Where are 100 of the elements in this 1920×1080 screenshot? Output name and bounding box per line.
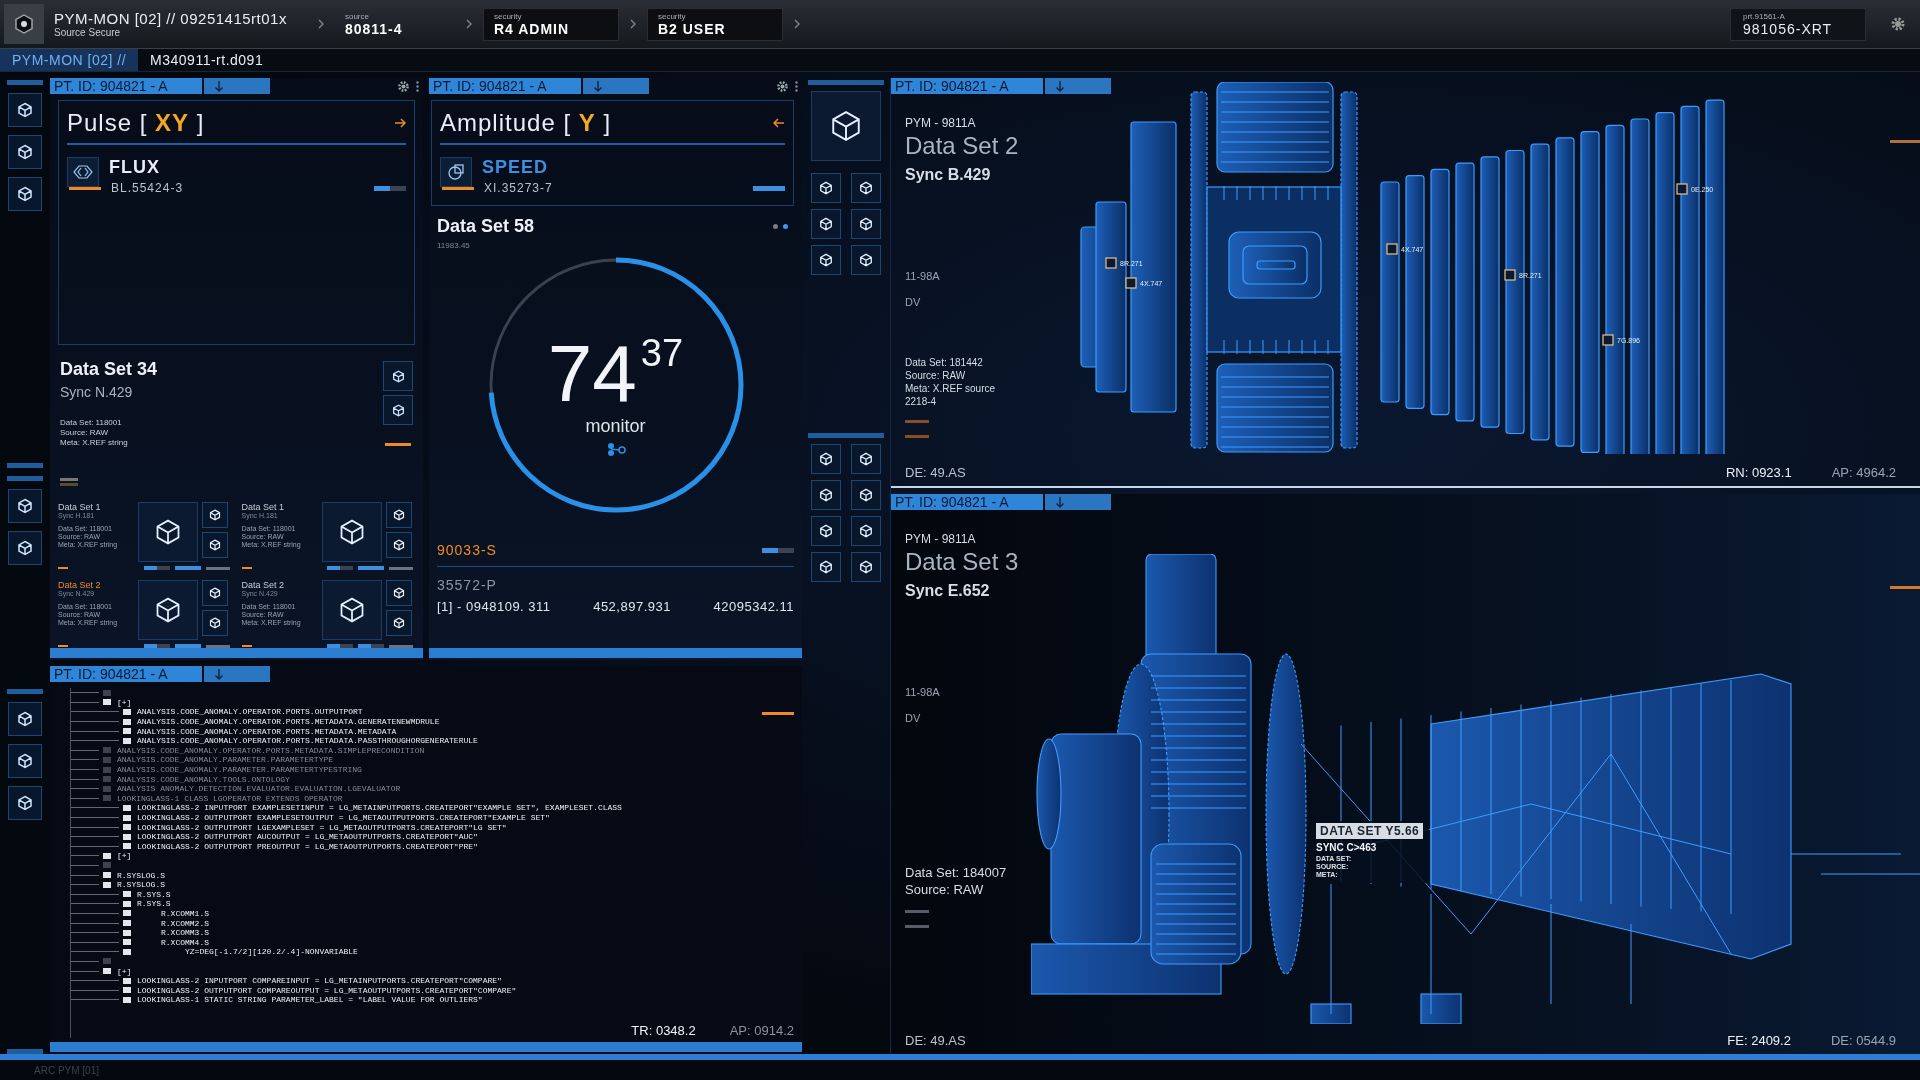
tree-node-marker[interactable] bbox=[123, 987, 131, 994]
more-icon[interactable] bbox=[416, 80, 419, 92]
cube-button[interactable] bbox=[811, 516, 841, 546]
cube-icon bbox=[17, 795, 33, 811]
tree-node-marker[interactable] bbox=[123, 996, 131, 1003]
cube-button[interactable] bbox=[202, 580, 228, 606]
tree-node-marker[interactable] bbox=[123, 910, 131, 917]
marker-icon[interactable] bbox=[1125, 277, 1137, 289]
panel-id-tab[interactable]: PT. ID: 904821 - A bbox=[891, 494, 1043, 510]
tree-node-marker[interactable] bbox=[103, 852, 111, 859]
marker-icon[interactable] bbox=[1504, 269, 1516, 281]
tree-node-marker[interactable] bbox=[103, 872, 111, 879]
tree-node-marker[interactable] bbox=[123, 737, 131, 744]
cube-button[interactable] bbox=[851, 444, 881, 474]
cube-button[interactable] bbox=[385, 580, 412, 606]
tree-node-marker[interactable] bbox=[103, 785, 111, 792]
cube-button[interactable] bbox=[811, 245, 841, 275]
tree-node-marker[interactable] bbox=[123, 920, 131, 927]
cube-button[interactable] bbox=[811, 173, 841, 203]
panel-id-tab[interactable]: PT. ID: 904821 - A bbox=[891, 78, 1043, 94]
settings-icon[interactable] bbox=[776, 79, 789, 93]
left-arrow-icon[interactable] bbox=[773, 118, 785, 128]
tree-node-marker[interactable] bbox=[123, 804, 131, 811]
cube-button[interactable] bbox=[851, 552, 881, 582]
cube-button[interactable] bbox=[8, 786, 42, 820]
cube-button[interactable] bbox=[851, 209, 881, 239]
cube-button[interactable] bbox=[851, 516, 881, 546]
cube-tile[interactable] bbox=[138, 580, 198, 640]
tree-node-marker[interactable] bbox=[103, 756, 111, 763]
cube-button[interactable] bbox=[811, 480, 841, 510]
cube-button[interactable] bbox=[202, 502, 228, 528]
cube-button[interactable] bbox=[385, 610, 412, 636]
tree-node-marker[interactable] bbox=[123, 948, 131, 955]
tree-node-marker[interactable] bbox=[123, 814, 131, 821]
cube-button[interactable] bbox=[8, 744, 42, 778]
cube-button[interactable] bbox=[383, 361, 413, 391]
marker-icon[interactable] bbox=[1602, 334, 1614, 346]
tree-node-marker[interactable] bbox=[103, 968, 111, 974]
breadcrumb[interactable]: source 80811-4 bbox=[334, 8, 455, 40]
tree-node-marker[interactable] bbox=[103, 747, 111, 754]
breadcrumb[interactable]: security R4 ADMIN bbox=[482, 7, 619, 41]
cube-button[interactable] bbox=[8, 177, 42, 211]
cube-button[interactable] bbox=[811, 91, 881, 161]
tree-node-marker[interactable] bbox=[103, 699, 111, 706]
tree-node-marker[interactable] bbox=[103, 881, 111, 888]
tree-node-label: R.SYSLOG.S bbox=[117, 880, 165, 890]
pager-dot[interactable] bbox=[783, 224, 788, 229]
panel-id-tab[interactable]: PT. ID: 904821 - A bbox=[50, 78, 202, 94]
tree-node-marker[interactable] bbox=[123, 824, 131, 831]
tree-node-marker[interactable] bbox=[103, 795, 111, 802]
tree-node-marker[interactable] bbox=[123, 929, 131, 936]
cube-icon bbox=[391, 369, 405, 383]
tree-node-marker[interactable] bbox=[123, 977, 131, 984]
cube-button[interactable] bbox=[811, 209, 841, 239]
cube-button[interactable] bbox=[385, 502, 412, 528]
tree-node-marker[interactable] bbox=[123, 939, 131, 946]
cube-button[interactable] bbox=[383, 395, 413, 425]
settings-icon[interactable] bbox=[397, 79, 410, 93]
cube-button[interactable] bbox=[202, 532, 228, 558]
tree-node-marker[interactable] bbox=[103, 776, 111, 783]
tree-node-marker[interactable] bbox=[123, 718, 131, 725]
pager-dot[interactable] bbox=[773, 224, 778, 229]
marker-icon[interactable] bbox=[1386, 243, 1398, 255]
model-sync: Sync B.429 bbox=[905, 166, 992, 184]
tree-node-marker[interactable] bbox=[123, 709, 131, 715]
cube-button[interactable] bbox=[851, 480, 881, 510]
panel-id-tab[interactable]: PT. ID: 904821 - A bbox=[50, 666, 202, 682]
breadcrumb[interactable]: security B2 USER bbox=[646, 7, 783, 41]
cube-tile[interactable] bbox=[321, 580, 382, 640]
tab[interactable]: M340911-rt.d091 bbox=[138, 49, 276, 71]
cube-button[interactable] bbox=[8, 93, 42, 127]
tree-node-marker[interactable] bbox=[123, 843, 131, 850]
cube-button[interactable] bbox=[851, 245, 881, 275]
tree-node-marker[interactable] bbox=[103, 958, 111, 965]
cube-button[interactable] bbox=[8, 135, 42, 169]
tree-node-marker[interactable] bbox=[123, 891, 131, 898]
cube-tile[interactable] bbox=[321, 502, 382, 562]
cube-button[interactable] bbox=[8, 489, 42, 523]
marker-icon[interactable] bbox=[1105, 257, 1117, 269]
marker-icon[interactable] bbox=[1676, 183, 1688, 195]
cube-button[interactable] bbox=[8, 702, 42, 736]
tree-node-marker[interactable] bbox=[123, 728, 131, 735]
cube-tile[interactable] bbox=[138, 502, 198, 562]
panel-id-tab[interactable]: PT. ID: 904821 - A bbox=[429, 78, 581, 94]
tree-node-marker[interactable] bbox=[103, 862, 111, 869]
cube-button[interactable] bbox=[385, 532, 412, 558]
more-icon[interactable] bbox=[795, 80, 798, 92]
right-arrow-icon[interactable] bbox=[394, 118, 406, 128]
cube-button[interactable] bbox=[811, 552, 841, 582]
cube-button[interactable] bbox=[8, 531, 42, 565]
tab[interactable]: PYM-MON [02] // bbox=[0, 49, 139, 71]
tree-node-marker[interactable] bbox=[123, 900, 131, 907]
tree-node-marker[interactable] bbox=[123, 833, 131, 840]
cube-button[interactable] bbox=[202, 610, 228, 636]
level-meter bbox=[174, 644, 201, 648]
tree-node-marker[interactable] bbox=[103, 766, 111, 773]
cube-button[interactable] bbox=[851, 173, 881, 203]
cube-button[interactable] bbox=[811, 444, 841, 474]
tree-node-marker[interactable] bbox=[103, 689, 111, 696]
settings-icon[interactable] bbox=[1890, 16, 1906, 32]
